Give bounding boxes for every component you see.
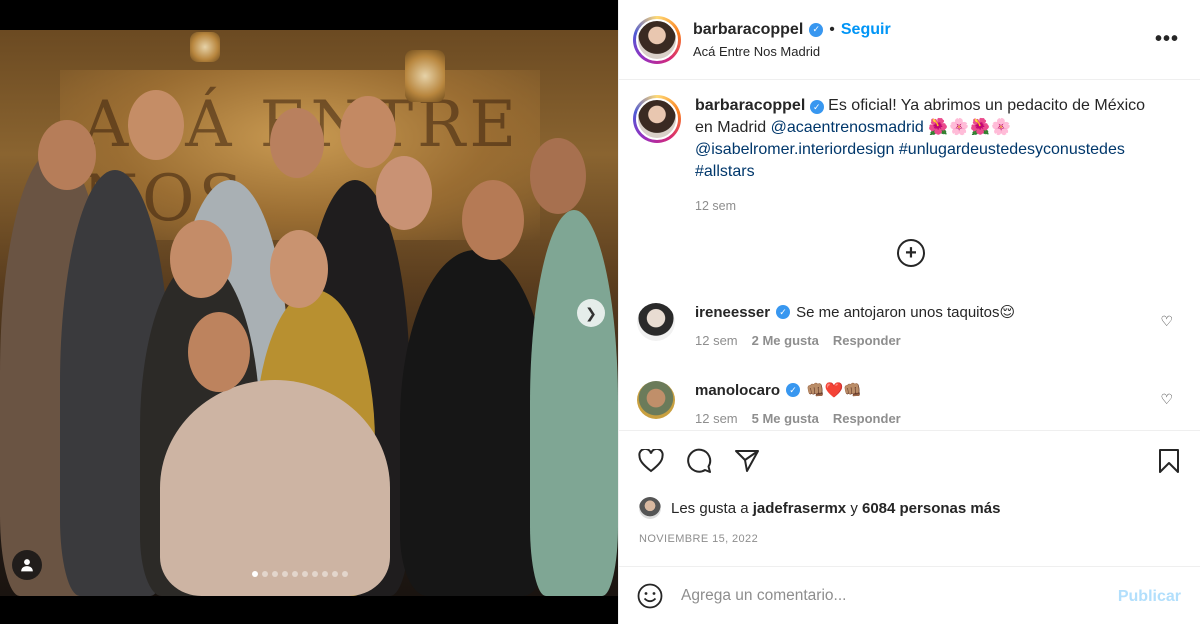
verified-badge-icon: ✓ <box>809 22 824 37</box>
caption-author-avatar[interactable] <box>633 95 681 143</box>
carousel-dot <box>342 571 348 577</box>
carousel-indicator <box>252 571 348 577</box>
user-icon <box>21 559 33 572</box>
share-button[interactable] <box>733 447 761 475</box>
heart-icon <box>638 449 664 473</box>
bookmark-icon <box>1159 449 1179 473</box>
commenter-username[interactable]: manolocaro <box>695 382 780 399</box>
photo-wall-ornament <box>405 50 445 102</box>
carousel-dot <box>312 571 318 577</box>
likes-others-count[interactable]: 6084 personas más <box>862 500 1000 517</box>
comment-reply-button[interactable]: Responder <box>833 411 901 426</box>
plus-circle-icon: + <box>905 241 917 264</box>
carousel-dot <box>302 571 308 577</box>
post-actions: Les gusta a jadefrasermx y 6084 personas… <box>619 430 1200 545</box>
photo-person-head <box>128 90 184 160</box>
comment-timestamp[interactable]: 12 sem <box>695 333 738 348</box>
caption-text: barbaracoppel ✓ Es oficial! Ya abrimos u… <box>695 95 1155 183</box>
speech-bubble-icon <box>687 448 712 473</box>
author-avatar[interactable] <box>633 15 681 64</box>
carousel-dot <box>262 571 268 577</box>
carousel-dot <box>272 571 278 577</box>
flower-emojis: 🌺🌸🌺🌸 <box>928 119 1012 136</box>
comment-reply-button[interactable]: Responder <box>833 333 901 348</box>
photo-person <box>400 250 550 596</box>
paper-plane-icon <box>735 450 759 472</box>
photo-person-head <box>270 108 324 178</box>
comment-likes-count[interactable]: 5 Me gusta <box>752 411 819 426</box>
hashtag-link[interactable]: #unlugardeustedesyconustedes <box>899 141 1125 158</box>
carousel-next-button[interactable]: ❯ <box>577 299 605 327</box>
mention-link[interactable]: @acaentrenosmadrid <box>771 119 924 136</box>
comment-timestamp[interactable]: 12 sem <box>695 411 738 426</box>
verified-badge-icon: ✓ <box>786 383 801 397</box>
comment-input[interactable] <box>681 586 1101 605</box>
like-button[interactable] <box>637 447 665 475</box>
post-header: barbaracoppel ✓ • Seguir Acá Entre Nos M… <box>619 0 1200 80</box>
separator-dot: • <box>829 20 835 38</box>
carousel-dot <box>282 571 288 577</box>
author-username[interactable]: barbaracoppel <box>693 21 803 39</box>
liker-avatar[interactable] <box>639 497 661 519</box>
commenter-username[interactable]: ireneesser <box>695 304 770 321</box>
chevron-right-icon: ❯ <box>585 304 597 321</box>
photo-person-head <box>462 180 524 260</box>
photo-person-head <box>376 156 432 230</box>
emoji-smiley-icon[interactable] <box>637 583 663 609</box>
save-button[interactable] <box>1155 447 1183 475</box>
post-caption: barbaracoppel ✓ Es oficial! Ya abrimos u… <box>633 95 1155 217</box>
hashtag-link[interactable]: #allstars <box>695 163 755 180</box>
commenter-avatar[interactable] <box>637 303 675 341</box>
photo-wall-ornament <box>190 32 220 62</box>
post-location[interactable]: Acá Entre Nos Madrid <box>693 44 891 59</box>
carousel-dot <box>332 571 338 577</box>
comment-likes-count[interactable]: 2 Me gusta <box>752 333 819 348</box>
load-more-comments-button[interactable]: + <box>897 239 925 267</box>
post-photo[interactable]: ACÁ ENTRE NOS <box>0 30 618 596</box>
caption-timestamp[interactable]: 12 sem <box>695 195 1155 217</box>
liker-username[interactable]: jadefrasermx <box>753 500 846 517</box>
post-media: ACÁ ENTRE NOS ❯ <box>0 0 618 624</box>
add-comment-bar: Publicar <box>619 566 1200 624</box>
carousel-dot <box>292 571 298 577</box>
instagram-post-modal: ACÁ ENTRE NOS ❯ <box>0 0 1200 624</box>
photo-person <box>160 380 390 596</box>
post-date[interactable]: NOVIEMBRE 15, 2022 <box>639 533 758 545</box>
photo-person-head <box>340 96 396 168</box>
comment-text: Se me antojaron unos taquitos😌 <box>796 304 1016 321</box>
mention-link[interactable]: @isabelromer.interiordesign <box>695 141 894 158</box>
follow-button[interactable]: Seguir <box>841 21 891 39</box>
likes-joiner: y <box>850 499 858 517</box>
photo-person-head <box>188 312 250 392</box>
verified-badge-icon: ✓ <box>809 100 824 114</box>
tagged-users-button[interactable] <box>12 550 42 580</box>
comments-section: barbaracoppel ✓ Es oficial! Ya abrimos u… <box>619 81 1200 430</box>
caption-username[interactable]: barbaracoppel <box>695 97 805 114</box>
post-details-panel: barbaracoppel ✓ • Seguir Acá Entre Nos M… <box>618 0 1200 624</box>
likes-summary: Les gusta a jadefrasermx y 6084 personas… <box>639 497 1000 519</box>
photo-person-head <box>270 230 328 308</box>
comment-button[interactable] <box>685 447 713 475</box>
comment-like-heart-icon[interactable]: ♡ <box>1160 391 1173 408</box>
carousel-dot <box>322 571 328 577</box>
comment-like-heart-icon[interactable]: ♡ <box>1160 313 1173 330</box>
comment-item: manolocaro ✓ 👊🏽❤️👊🏽 12 sem 5 Me gusta Re… <box>637 381 1187 426</box>
more-options-icon[interactable]: ••• <box>1155 28 1179 51</box>
photo-person-head <box>38 120 96 190</box>
verified-badge-icon: ✓ <box>776 305 791 319</box>
publish-button[interactable]: Publicar <box>1118 588 1181 606</box>
comment-text: 👊🏽❤️👊🏽 <box>806 382 863 399</box>
comment-item: ireneesser ✓ Se me antojaron unos taquit… <box>637 303 1187 348</box>
photo-person-head <box>170 220 232 298</box>
carousel-dot <box>252 571 258 577</box>
photo-person-head <box>530 138 586 214</box>
likes-prefix: Les gusta a <box>671 499 749 517</box>
commenter-avatar[interactable] <box>637 381 675 419</box>
photo-person <box>530 210 618 596</box>
